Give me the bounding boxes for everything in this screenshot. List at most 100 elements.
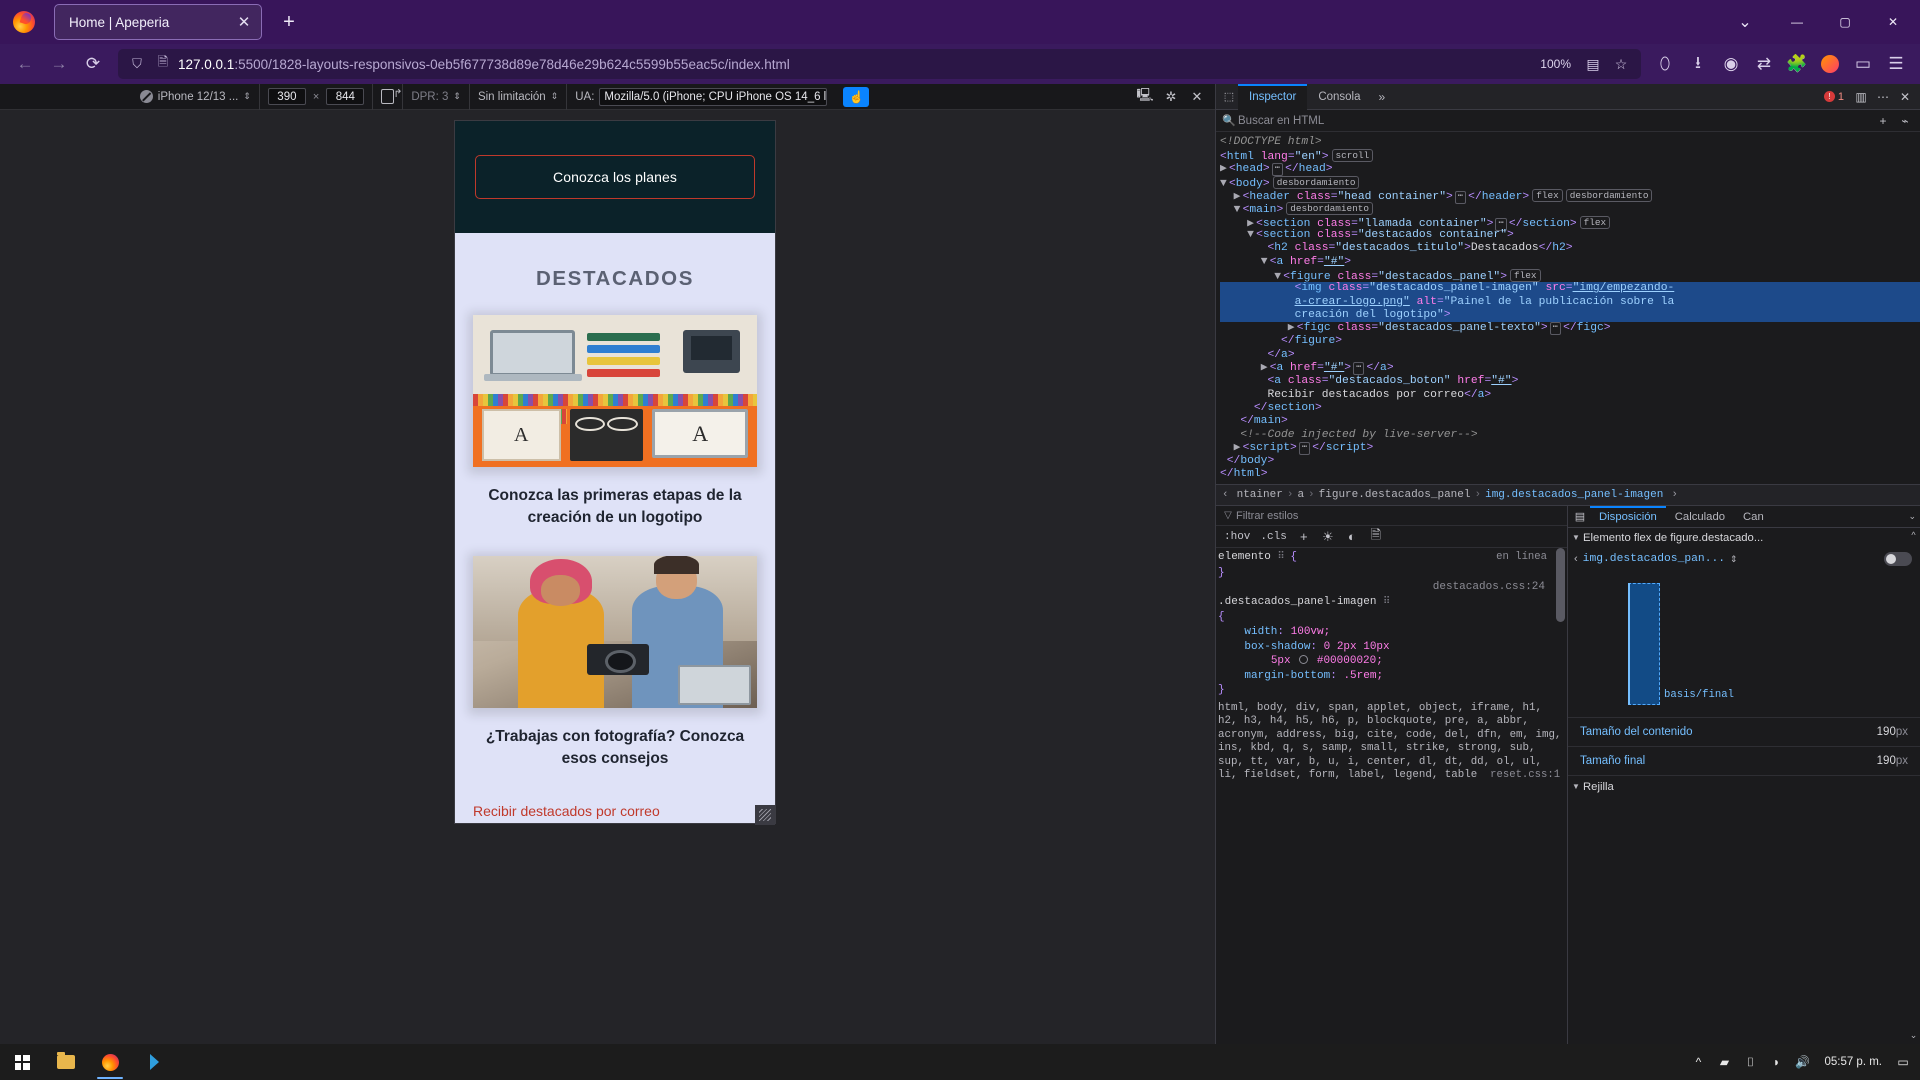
tab-console[interactable]: Consola: [1307, 84, 1371, 110]
class-panel-button[interactable]: .cls: [1256, 531, 1290, 543]
shield-icon[interactable]: ⛉: [124, 56, 150, 72]
markup-line-script[interactable]: ▶ <script> ⋯ </script>: [1220, 441, 1920, 455]
flex-element-name[interactable]: img.destacados_pan...: [1583, 553, 1725, 565]
breadcrumb-item-figure[interactable]: figure.destacados_panel: [1315, 489, 1475, 501]
rule-selector[interactable]: .destacados_panel-imagen: [1218, 596, 1376, 608]
back-icon[interactable]: ←: [8, 47, 42, 81]
declaration-box-shadow-cont[interactable]: 5px #00000020;: [1218, 654, 1567, 669]
url-bar[interactable]: ⛉ 🗎 127.0.0.1:5500/1828-layouts-responsi…: [118, 49, 1641, 79]
window-close-button[interactable]: ✕: [1870, 0, 1916, 44]
usb-icon[interactable]: ⌷: [1738, 1044, 1762, 1080]
markup-search-bar[interactable]: 🔍 Buscar en HTML + ⌁: [1216, 110, 1920, 132]
reload-icon[interactable]: ⟳: [76, 47, 110, 81]
breadcrumb-item-container[interactable]: ntainer: [1233, 489, 1287, 501]
markup-line-figc[interactable]: ▶ <figc class="destacados_panel-texto"> ⋯ <…: [1220, 322, 1920, 336]
reader-icon[interactable]: ▤: [1579, 50, 1607, 78]
chevron-right-icon[interactable]: »: [1372, 90, 1393, 104]
rule-source-link[interactable]: destacados.css:24: [1218, 580, 1567, 595]
zoom-level-indicator[interactable]: 100%: [1532, 57, 1579, 71]
volume-icon[interactable]: 🔊: [1790, 1044, 1814, 1080]
windows-start-icon[interactable]: [0, 1044, 44, 1080]
battery-icon[interactable]: ▰: [1712, 1044, 1736, 1080]
rdm-ua-input[interactable]: Mozilla/5.0 (iPhone; CPU iPhone OS 14_6 …: [599, 87, 828, 106]
rdm-throttling-selector[interactable]: Sin limitación ⇕: [468, 83, 566, 110]
firefox-icon[interactable]: [88, 1044, 132, 1080]
close-icon[interactable]: ✕: [1185, 86, 1209, 108]
extension-icon[interactable]: 🧩: [1781, 47, 1813, 81]
markup-line-head[interactable]: ▶ <head> ⋯ </head>: [1220, 162, 1920, 176]
scrollbar-thumb[interactable]: [1556, 548, 1565, 622]
back-icon[interactable]: ‹: [1574, 553, 1578, 565]
rdm-height-input[interactable]: 844: [326, 88, 365, 105]
destacados-panel-imagen-1[interactable]: [473, 315, 757, 467]
download-icon[interactable]: ⭳: [1682, 47, 1714, 81]
meatball-menu-icon[interactable]: ⋯: [1872, 86, 1894, 108]
markup-line-body[interactable]: ▼ <body> desbordamiento: [1220, 175, 1920, 190]
file-explorer-icon[interactable]: [44, 1044, 88, 1080]
page-icon[interactable]: 🗎: [150, 53, 176, 75]
chevron-down-icon[interactable]: ⌄: [1728, 5, 1762, 39]
breadcrumb-item-a[interactable]: a: [1293, 489, 1308, 501]
declaration-box-shadow[interactable]: box-shadow: 0 2px 10px: [1218, 640, 1567, 655]
clock[interactable]: 05:57 p. m.: [1816, 1056, 1890, 1069]
pocket-icon[interactable]: ⬯: [1649, 47, 1681, 81]
minimize-button[interactable]: —: [1774, 0, 1820, 44]
rules-list[interactable]: elemento ⠿ { en línea } destacados.css:2…: [1216, 548, 1567, 1044]
breadcrumb-item-img[interactable]: img.destacados_panel-imagen: [1481, 489, 1667, 501]
print-media-icon[interactable]: 🗎: [1365, 526, 1387, 548]
plus-icon[interactable]: +: [1293, 529, 1315, 544]
notifications-icon[interactable]: ▭: [1892, 1044, 1914, 1080]
markup-line-figure[interactable]: ▼ <figure class="destacados_panel"> flex: [1220, 268, 1920, 283]
tab-disposicion[interactable]: Disposición: [1590, 506, 1666, 528]
maximize-button[interactable]: ▢: [1822, 0, 1868, 44]
touch-simulation-icon[interactable]: ☝: [843, 86, 870, 107]
rdm-device-selector[interactable]: iPhone 12/13 ... ⇕: [132, 84, 259, 110]
markup-line-img-selected-3[interactable]: creación del logotipo">: [1220, 308, 1920, 323]
close-icon[interactable]: ✕: [1894, 86, 1916, 108]
color-swatch[interactable]: [1299, 655, 1309, 665]
camera-icon[interactable]: 🖳: [1133, 86, 1157, 108]
markup-line-h2[interactable]: <h2 class="destacados_titulo">Destacados…: [1220, 242, 1920, 255]
hover-states-button[interactable]: :hov: [1220, 531, 1254, 543]
conozca-los-planes-button[interactable]: Conozca los planes: [475, 155, 755, 199]
search-input[interactable]: Buscar en HTML: [1238, 115, 1872, 127]
account-icon[interactable]: ◉: [1715, 47, 1747, 81]
dock-icon[interactable]: ▥: [1850, 86, 1872, 108]
viewport-resize-handle[interactable]: [755, 805, 775, 825]
flex-section-header[interactable]: ▼ Elemento flex de figure.destacado...: [1568, 528, 1920, 547]
rdm-dpr-selector[interactable]: DPR: 3 ⇕: [402, 83, 469, 110]
hamburger-menu-icon[interactable]: ☰: [1880, 47, 1912, 81]
element-rule-source[interactable]: en línea: [1496, 550, 1547, 566]
gear-icon[interactable]: ✲: [1159, 86, 1183, 108]
markup-line-a-2[interactable]: ▶ <a href="#"> ⋯ </a>: [1220, 362, 1920, 376]
new-tab-button[interactable]: +: [274, 7, 304, 37]
forward-icon[interactable]: →: [42, 47, 76, 81]
dark-scheme-icon[interactable]: ◐: [1341, 529, 1363, 544]
recibir-destacados-link[interactable]: Recibir destacados por correo: [455, 797, 775, 819]
layout-scroll-down[interactable]: ⌄: [1908, 1030, 1919, 1042]
ua-rule-source[interactable]: reset.css:1: [1490, 769, 1560, 781]
tab-cambios[interactable]: Can: [1734, 506, 1773, 528]
markup-line-html[interactable]: <html lang="en"> scroll: [1220, 149, 1920, 163]
tab-inspector[interactable]: Inspector: [1238, 83, 1308, 110]
destacados-panel-2[interactable]: ¿Trabajas con fotografía? Conozca esos c…: [455, 555, 775, 797]
grid-section-header[interactable]: ▼ Rejilla: [1568, 775, 1920, 797]
markup-line-img-selected-2[interactable]: a-crear-logo.png" alt="Painel de la publ…: [1220, 295, 1920, 309]
browser-tab[interactable]: Home | Apeperia ✕: [54, 4, 262, 40]
light-scheme-icon[interactable]: ☀: [1317, 529, 1339, 545]
markup-tree[interactable]: <!DOCTYPE html> <html lang="en"> scroll ▶…: [1216, 132, 1920, 484]
star-icon[interactable]: ☆: [1607, 50, 1635, 78]
breadcrumb-scroll-left[interactable]: ‹: [1218, 489, 1233, 501]
plus-icon[interactable]: +: [1872, 110, 1894, 132]
tab-calculado[interactable]: Calculado: [1666, 506, 1734, 528]
wifi-icon[interactable]: ◗: [1764, 1044, 1788, 1080]
markup-line-img-selected[interactable]: <img class="destacados_panel-imagen" src…: [1220, 282, 1920, 296]
chevron-updown-icon[interactable]: ⇕: [1730, 554, 1738, 565]
close-icon[interactable]: ✕: [233, 11, 255, 33]
rdm-rotate-button[interactable]: [372, 83, 403, 110]
markup-line-section-llamada[interactable]: ▶ <section class="llamada container"> ⋯ </s…: [1220, 215, 1920, 231]
error-count-badge[interactable]: ! 1: [1818, 91, 1850, 103]
profile-avatar[interactable]: [1814, 47, 1846, 81]
rules-scrollbar[interactable]: [1556, 548, 1565, 1044]
chevron-down-icon[interactable]: ⌄: [1908, 511, 1920, 522]
